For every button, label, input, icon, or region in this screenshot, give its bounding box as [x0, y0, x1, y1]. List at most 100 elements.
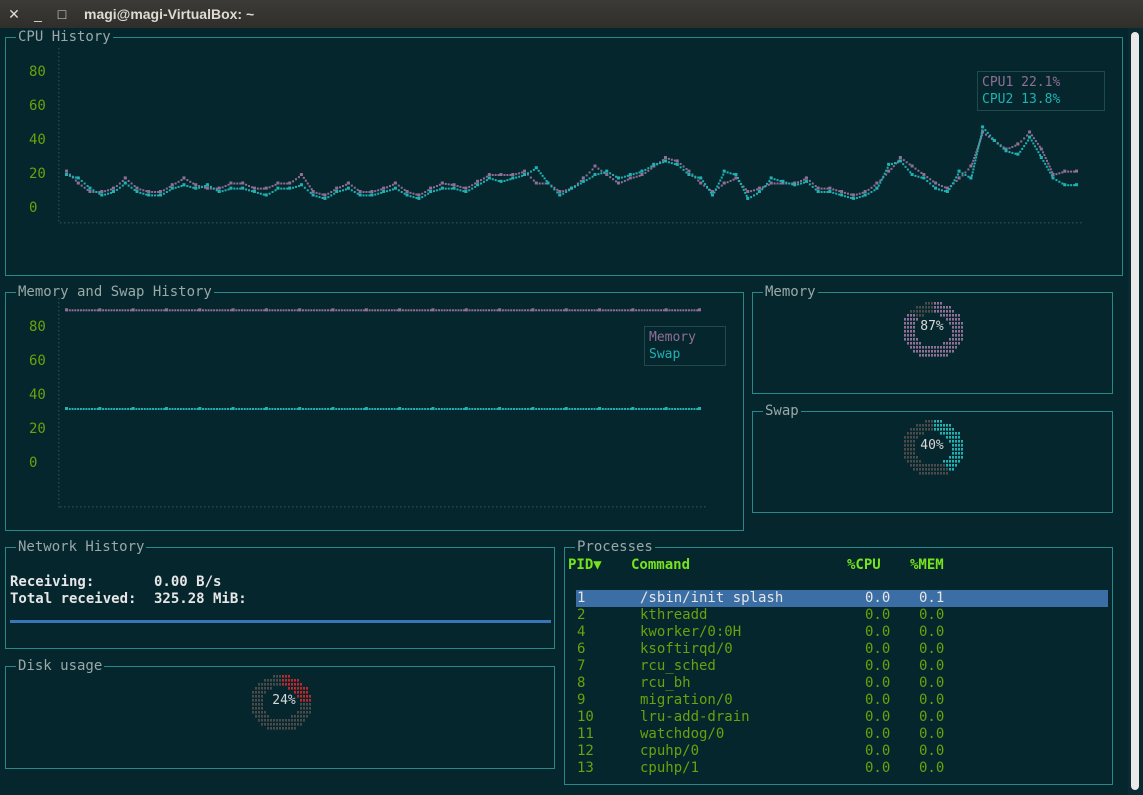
process-row[interactable]: 8 rcu_bh 0.0 0.0 — [576, 675, 1108, 692]
data-point-cpu1 — [241, 181, 245, 185]
data-point-cpu2 — [605, 169, 609, 173]
data-point-cpu2 — [523, 173, 527, 176]
process-mem-cell: 0.0 — [919, 709, 945, 725]
swap-gauge-label: 40% — [920, 438, 944, 453]
data-point-swap — [698, 407, 701, 410]
data-point-cpu1 — [417, 193, 421, 197]
data-point-cpu2 — [1016, 152, 1020, 156]
process-mem-cell: 0.0 — [919, 692, 945, 708]
swap-gauge-title: Swap — [763, 402, 801, 420]
data-point-cpu1 — [476, 179, 480, 183]
data-point-memory — [598, 308, 602, 312]
data-point-cpu1 — [264, 186, 268, 190]
data-point-cpu1 — [464, 186, 468, 190]
process-cpu-cell: 0.0 — [865, 675, 891, 691]
data-point-cpu1 — [593, 164, 597, 168]
data-point-cpu1 — [123, 176, 127, 180]
close-icon[interactable]: ✕ — [4, 4, 24, 24]
data-point-memory — [664, 308, 668, 312]
process-row[interactable]: 9 migration/0 0.0 0.0 — [576, 692, 1108, 709]
data-point-cpu2 — [722, 169, 726, 173]
process-cpu-cell: 0.0 — [865, 760, 891, 776]
disk-gauge-label: 24% — [272, 693, 296, 708]
data-point-cpu1 — [969, 164, 973, 168]
data-point-cpu2 — [323, 196, 327, 200]
scrollbar-thumb[interactable] — [1131, 32, 1139, 790]
terminal-area: CPU History 80 60 40 20 0 CPU1 22.1% CPU… — [0, 28, 1143, 795]
process-command-cell: ksoftirqd/0 — [640, 641, 733, 657]
network-history-title: Network History — [16, 538, 147, 556]
header-pid[interactable]: PID▼ — [568, 557, 602, 573]
data-point-cpu2 — [663, 159, 667, 163]
process-row[interactable]: 4 kworker/0:0H 0.0 0.0 — [576, 624, 1108, 641]
data-point-cpu2 — [452, 186, 456, 190]
data-point-cpu1 — [111, 186, 115, 190]
data-point-cpu1 — [358, 190, 362, 193]
process-cpu-cell: 0.0 — [865, 726, 891, 742]
data-point-cpu1 — [299, 173, 303, 176]
header-cpu[interactable]: %CPU — [847, 557, 881, 573]
data-point-cpu2 — [288, 186, 292, 190]
data-point-cpu2 — [417, 196, 421, 200]
data-point-cpu2 — [1039, 156, 1043, 159]
data-point-cpu2 — [581, 179, 585, 183]
data-point-cpu2 — [405, 193, 409, 197]
data-point-swap — [664, 407, 668, 410]
process-row[interactable]: 11 watchdog/0 0.0 0.0 — [576, 726, 1108, 743]
process-row[interactable]: 10 lru-add-drain 0.0 0.0 — [576, 709, 1108, 726]
data-point-cpu2 — [546, 181, 550, 185]
cpu-legend-cpu2: CPU2 13.8% — [982, 92, 1061, 107]
data-point-memory — [331, 308, 335, 312]
process-row[interactable]: 1/sbin/init splash 0.0 0.1 — [576, 590, 1108, 607]
process-row[interactable]: 7 rcu_sched 0.0 0.0 — [576, 658, 1108, 675]
data-point-swap — [331, 407, 335, 410]
data-point-cpu1 — [875, 181, 879, 185]
minimize-icon[interactable]: _ — [28, 4, 48, 24]
processes-title: Processes — [575, 538, 655, 556]
data-point-cpu2 — [393, 186, 397, 190]
data-point-cpu2 — [88, 186, 92, 190]
data-point-cpu2 — [65, 173, 68, 176]
process-command-cell: rcu_bh — [640, 675, 691, 691]
data-point-cpu1 — [170, 183, 174, 187]
data-point-memory — [98, 308, 102, 312]
process-row[interactable]: 13 cpuhp/1 0.0 0.0 — [576, 760, 1108, 777]
data-point-cpu1 — [746, 190, 750, 193]
data-point-cpu2 — [170, 186, 174, 190]
data-point-cpu2 — [898, 159, 902, 163]
data-point-cpu1 — [452, 183, 456, 187]
data-point-cpu1 — [370, 190, 374, 193]
process-row[interactable]: 12 cpuhp/0 0.0 0.0 — [576, 743, 1108, 760]
maximize-icon[interactable]: □ — [52, 4, 72, 24]
data-point-memory — [698, 308, 701, 312]
cpu-legend-cpu1: CPU1 22.1% — [982, 75, 1061, 90]
header-mem[interactable]: %MEM — [910, 557, 944, 573]
data-point-cpu2 — [640, 169, 644, 173]
data-point-cpu1 — [100, 190, 104, 193]
data-point-cpu2 — [675, 162, 679, 166]
data-point-swap — [164, 407, 168, 410]
process-command-cell: /sbin/init splash — [640, 590, 784, 606]
process-command-cell: migration/0 — [640, 692, 733, 708]
data-point-swap — [364, 407, 368, 410]
process-row[interactable]: 2 kthreadd 0.0 0.0 — [576, 607, 1108, 624]
process-row[interactable]: 6 ksoftirqd/0 0.0 0.0 — [576, 641, 1108, 658]
header-command[interactable]: Command — [631, 557, 690, 573]
data-point-cpu1 — [828, 186, 832, 190]
data-point-cpu2 — [816, 190, 820, 193]
data-point-cpu1 — [804, 176, 808, 180]
mem-legend-swap: Swap — [649, 347, 681, 362]
data-point-cpu2 — [311, 193, 315, 197]
data-point-cpu1 — [229, 181, 233, 185]
data-point-cpu1 — [182, 176, 186, 180]
data-point-cpu2 — [264, 193, 268, 197]
mem-history-chart — [58, 298, 706, 508]
data-point-cpu1 — [440, 181, 444, 185]
data-point-cpu1 — [147, 190, 151, 193]
data-point-cpu2 — [840, 193, 844, 197]
data-point-cpu2 — [934, 186, 938, 190]
data-point-cpu2 — [687, 173, 691, 176]
process-cpu-cell: 0.0 — [865, 709, 891, 725]
data-point-cpu2 — [863, 193, 867, 197]
data-point-swap — [298, 407, 302, 410]
